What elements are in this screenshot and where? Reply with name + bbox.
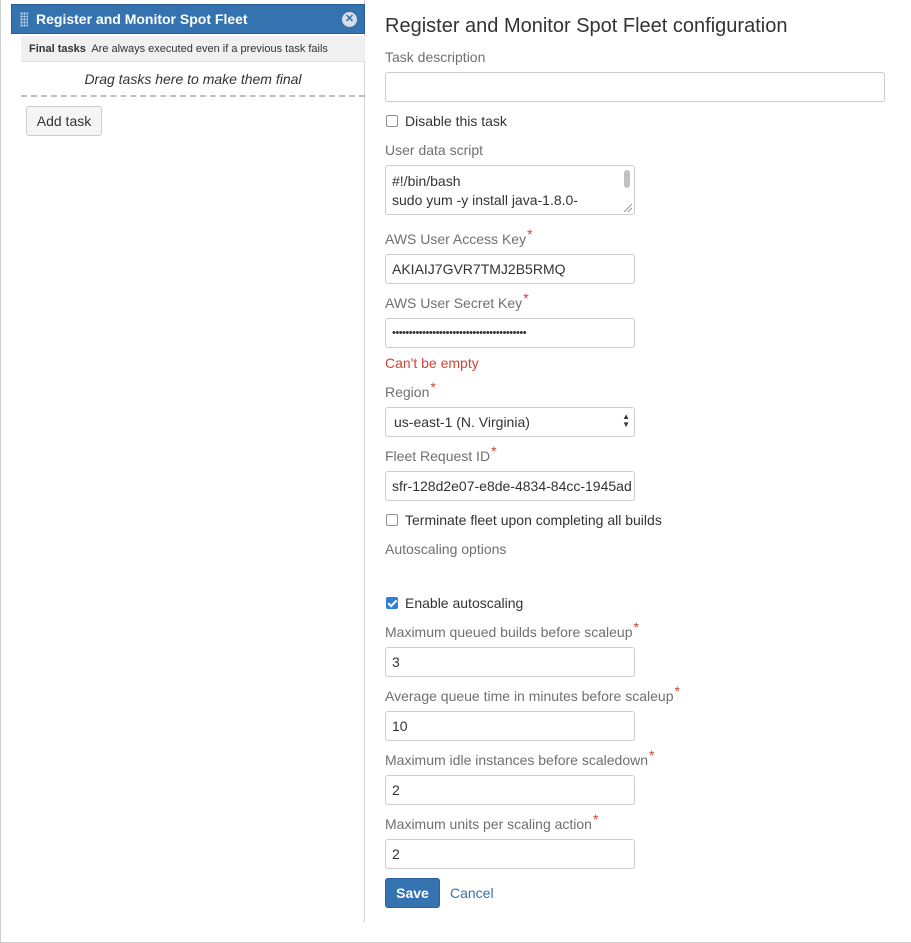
- task-sidebar: [9, 0, 365, 922]
- add-task-button[interactable]: Add task: [26, 106, 102, 136]
- required-marker: *: [523, 290, 529, 306]
- required-marker: *: [633, 619, 639, 635]
- region-select[interactable]: us-east-1 (N. Virginia) ▲ ▼: [385, 407, 635, 437]
- cancel-link[interactable]: Cancel: [450, 885, 494, 901]
- save-button[interactable]: Save: [385, 878, 440, 908]
- disable-task-checkbox[interactable]: [386, 115, 398, 127]
- user-data-label: User data script: [385, 142, 484, 158]
- final-tasks-bar: Final tasks Are always executed even if …: [21, 36, 365, 62]
- required-marker: *: [649, 747, 655, 763]
- max-queued-input[interactable]: 3: [385, 647, 635, 677]
- secret-key-input[interactable]: ••••••••••••••••••••••••••••••••••••••••: [385, 318, 635, 348]
- select-arrows-icon: ▲ ▼: [622, 412, 630, 429]
- secret-key-error: Can't be empty: [385, 355, 479, 371]
- region-label: Region*: [385, 379, 436, 400]
- task-title: Register and Monitor Spot Fleet: [36, 11, 248, 27]
- avg-queue-time-input[interactable]: 10: [385, 711, 635, 741]
- access-key-label: AWS User Access Key*: [385, 226, 533, 247]
- final-tasks-label: Final tasks: [29, 43, 86, 55]
- required-marker: *: [592, 811, 599, 827]
- max-idle-input[interactable]: 2: [385, 775, 635, 805]
- task-list-item-selected[interactable]: Register and Monitor Spot Fleet ✕: [11, 4, 365, 34]
- drag-handle-icon[interactable]: [20, 12, 28, 27]
- secret-key-label: AWS User Secret Key*: [385, 290, 529, 311]
- access-key-input[interactable]: AKIAIJ7GVR7TMJ2B5RMQ: [385, 254, 635, 284]
- max-queued-label: Maximum queued builds before scaleup*: [385, 619, 639, 640]
- drop-zone-text: Drag tasks here to make them final: [84, 71, 302, 87]
- user-data-textarea[interactable]: #!/bin/bash sudo yum -y install java-1.8…: [385, 165, 635, 215]
- final-tasks-drop-zone[interactable]: Drag tasks here to make them final: [21, 62, 365, 97]
- max-units-label: Maximum units per scaling action*: [385, 811, 599, 832]
- avg-queue-time-label: Average queue time in minutes before sca…: [385, 683, 680, 704]
- required-marker: *: [430, 379, 436, 395]
- required-marker: *: [674, 683, 680, 699]
- page-title: Register and Monitor Spot Fleet configur…: [385, 15, 788, 37]
- enable-autoscaling-label: Enable autoscaling: [405, 595, 524, 611]
- task-description-label: Task description: [385, 49, 486, 65]
- required-marker: *: [527, 226, 533, 242]
- region-selected-value: us-east-1 (N. Virginia): [394, 414, 530, 430]
- resize-handle-icon[interactable]: [624, 204, 632, 212]
- enable-autoscaling-checkbox[interactable]: [386, 597, 398, 609]
- close-icon[interactable]: ✕: [342, 12, 357, 27]
- task-description-input[interactable]: [385, 72, 885, 102]
- fleet-id-input[interactable]: sfr-128d2e07-e8de-4834-84cc-1945ad: [385, 471, 635, 501]
- user-data-line: #!/bin/bash: [392, 173, 461, 189]
- required-marker: *: [491, 443, 497, 459]
- disable-task-label: Disable this task: [405, 113, 507, 129]
- max-units-input[interactable]: 2: [385, 839, 635, 869]
- terminate-fleet-label: Terminate fleet upon completing all buil…: [405, 512, 662, 528]
- scrollbar-thumb[interactable]: [624, 170, 630, 188]
- autoscaling-heading: Autoscaling options: [385, 541, 507, 557]
- user-data-line: sudo yum -y install java-1.8.0-: [392, 192, 578, 208]
- final-tasks-description: Are always executed even if a previous t…: [91, 43, 328, 55]
- terminate-fleet-checkbox[interactable]: [386, 514, 398, 526]
- max-idle-label: Maximum idle instances before scaledown*: [385, 747, 655, 768]
- fleet-id-label: Fleet Request ID*: [385, 443, 497, 464]
